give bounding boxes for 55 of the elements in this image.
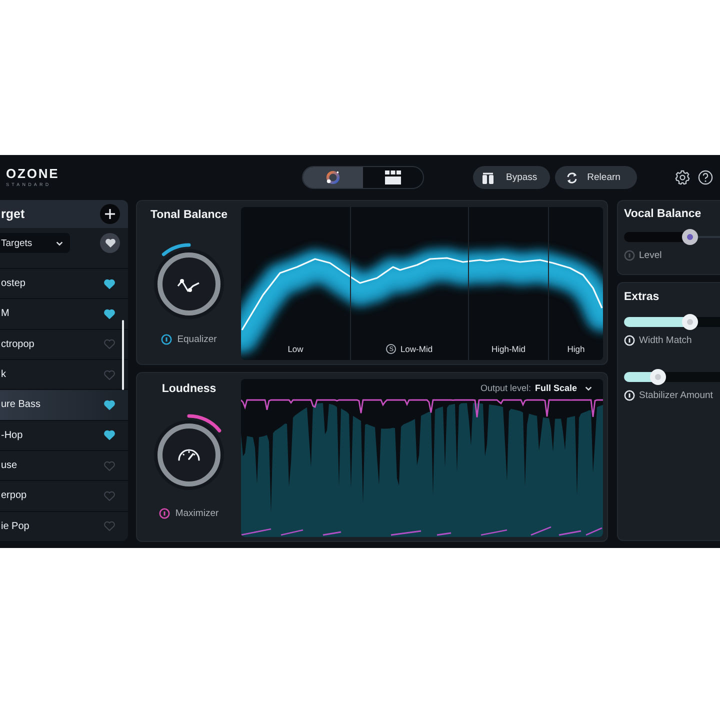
slider-track[interactable] xyxy=(624,369,720,385)
band-label: Low-Mid xyxy=(400,344,433,354)
logo-wordmark: OZONE xyxy=(6,167,60,180)
panel-title: Loudness xyxy=(162,382,216,396)
module-label: Equalizer xyxy=(177,334,217,344)
output-level-dropdown[interactable]: Full Scale xyxy=(534,383,593,393)
knob[interactable] xyxy=(154,420,224,490)
gauge-icon xyxy=(178,449,200,461)
target-item[interactable]: ostep xyxy=(0,268,128,298)
panel-title: Vocal Balance xyxy=(624,207,702,221)
chevron-icon xyxy=(584,384,593,392)
slider-thumb[interactable] xyxy=(650,369,666,385)
heart-icon[interactable] xyxy=(104,430,115,440)
knob[interactable] xyxy=(154,249,224,319)
bypass-button[interactable]: Bypass xyxy=(473,166,550,189)
add-button[interactable] xyxy=(100,204,120,224)
settings-icon[interactable] xyxy=(675,170,690,185)
target-item[interactable]: M xyxy=(0,298,128,329)
panel-title: Extras xyxy=(624,290,660,304)
panel-title: Tonal Balance xyxy=(150,208,228,222)
output-level-label: Output level: xyxy=(480,383,531,393)
power-icon[interactable] xyxy=(161,334,172,344)
heart-button[interactable] xyxy=(100,233,120,253)
target-item[interactable]: ie Pop xyxy=(0,510,128,541)
slider-thumb[interactable] xyxy=(682,314,698,330)
band-label: Low xyxy=(288,344,304,354)
band-label: High xyxy=(567,344,585,354)
target-item[interactable]: -Hop xyxy=(0,420,128,450)
slider-track[interactable] xyxy=(624,314,720,330)
slider-label: Stabilizer Amount xyxy=(639,390,713,400)
target-item[interactable]: use xyxy=(0,450,128,480)
curve-icon xyxy=(177,279,200,292)
chevron-icon xyxy=(55,238,64,248)
module-label: Level xyxy=(639,250,662,260)
band-label: High-Mid xyxy=(491,344,526,354)
target-dropdown[interactable]: Targets xyxy=(0,233,70,253)
panel-title: rget xyxy=(1,207,25,221)
slider-label: Width Match xyxy=(639,334,692,346)
split-box-icon xyxy=(482,172,494,184)
help-icon[interactable] xyxy=(698,170,714,185)
module-label: Maximizer xyxy=(175,508,219,518)
orbit-icon xyxy=(325,170,341,185)
layout-icon xyxy=(385,170,401,185)
heart-icon[interactable] xyxy=(104,278,115,289)
slider-track[interactable] xyxy=(624,229,720,245)
scrollbar[interactable] xyxy=(122,320,124,390)
plus-icon xyxy=(105,209,115,219)
heart-icon[interactable] xyxy=(104,400,115,410)
target-item[interactable]: erpop xyxy=(0,480,128,511)
heart-icon[interactable] xyxy=(104,308,115,319)
heart-icon xyxy=(104,238,116,248)
relearn-button[interactable]: Relearn xyxy=(555,166,638,189)
refresh-icon xyxy=(566,172,578,184)
target-item[interactable]: ure Bass xyxy=(0,389,128,420)
slider-thumb[interactable] xyxy=(682,229,698,245)
